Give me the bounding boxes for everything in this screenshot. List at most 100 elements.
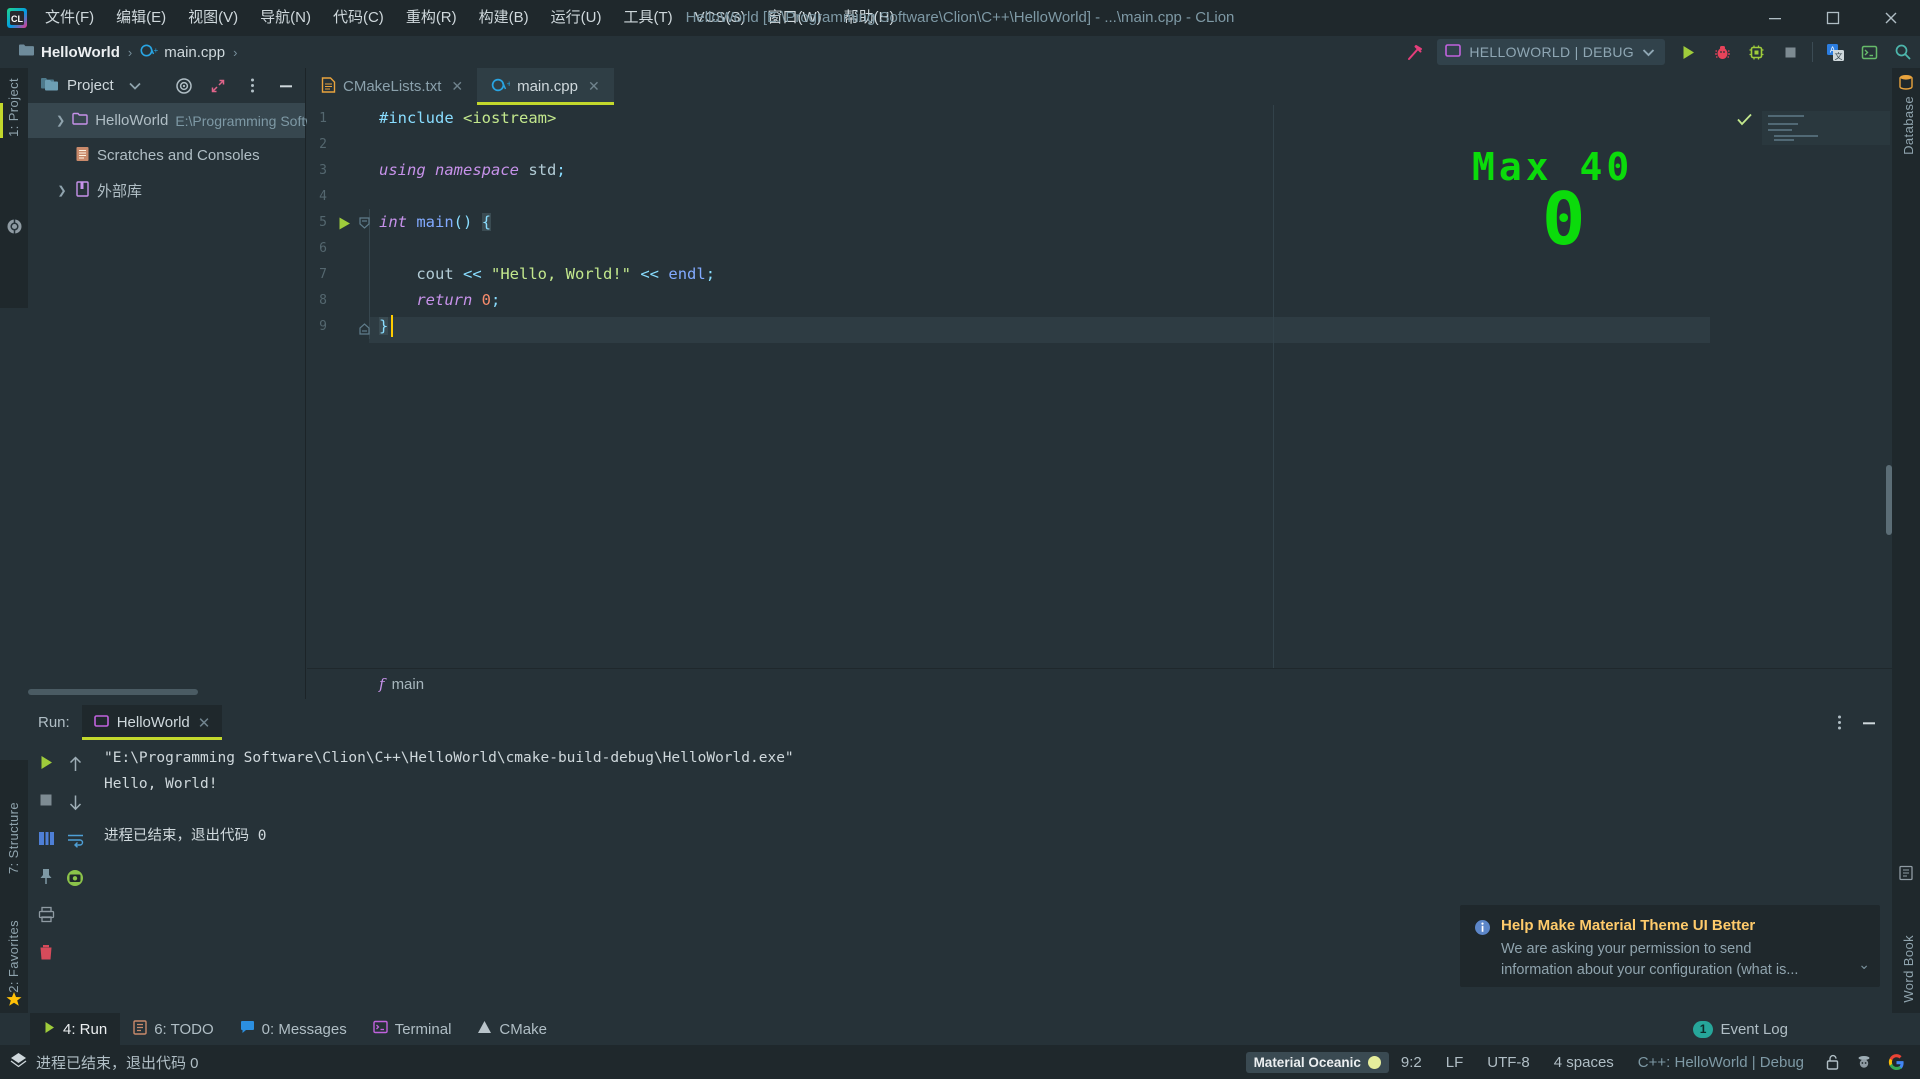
editor-gutter[interactable]: 1 2 3 4 5 6 7 8 9 — [307, 105, 370, 668]
scroll-down-icon[interactable] — [63, 790, 87, 814]
tree-item-external-libraries[interactable]: ❯ 外部库 — [28, 173, 305, 208]
theme-indicator[interactable]: Material Oceanic — [1245, 1051, 1389, 1073]
more-options-icon[interactable] — [239, 73, 265, 99]
chevron-down-icon[interactable] — [1642, 44, 1655, 61]
scroll-up-icon[interactable] — [63, 752, 87, 776]
gutter-run-icon[interactable] — [337, 216, 352, 235]
code-text[interactable]: #include <iostream> using namespace std;… — [369, 105, 1892, 668]
menu-help[interactable]: 帮助(H) — [833, 0, 906, 36]
chevron-right-icon[interactable]: ❯ — [56, 114, 65, 127]
menu-tools[interactable]: 工具(T) — [612, 0, 683, 36]
close-button[interactable] — [1862, 0, 1920, 36]
close-icon[interactable]: ✕ — [198, 714, 211, 732]
stop-icon[interactable] — [34, 788, 58, 812]
navigation-bar: HelloWorld › + main.cpp › HELLOWORLD | D… — [0, 36, 1920, 68]
camera-icon[interactable] — [63, 866, 87, 890]
google-icon[interactable] — [1880, 1045, 1912, 1079]
menu-run[interactable]: 运行(U) — [540, 0, 613, 36]
version-control-icon[interactable] — [6, 218, 23, 239]
terminal-icon[interactable] — [1852, 36, 1886, 68]
profiler-icon[interactable] — [1739, 36, 1773, 68]
sidebar-item-structure[interactable]: 7: Structure — [6, 802, 21, 874]
event-log-button[interactable]: 1 Event Log — [1692, 1020, 1788, 1038]
bottom-tab-messages[interactable]: 0: Messages — [227, 1013, 360, 1045]
theme-color-dot — [1367, 1055, 1381, 1069]
collapse-all-icon[interactable] — [205, 73, 231, 99]
soft-wrap-icon[interactable] — [63, 828, 87, 852]
bottom-tab-cmake[interactable]: CMake — [464, 1013, 560, 1045]
tree-item-scratches[interactable]: Scratches and Consoles — [28, 138, 305, 173]
editor-minimap[interactable] — [1762, 111, 1890, 145]
run-configuration-selector[interactable]: HELLOWORLD | DEBUG — [1437, 39, 1665, 65]
bottom-tab-terminal[interactable]: Terminal — [360, 1013, 465, 1045]
database-icon[interactable] — [1898, 74, 1914, 94]
build-config-status[interactable]: C++: HelloWorld | Debug — [1626, 1054, 1816, 1071]
tab-cmakelists[interactable]: CMakeLists.txt ✕ — [307, 68, 478, 105]
menu-edit[interactable]: 编辑(E) — [105, 0, 177, 36]
menu-navigate[interactable]: 导航(N) — [249, 0, 322, 36]
run-tab-helloworld[interactable]: HelloWorld ✕ — [81, 705, 223, 740]
bottom-tab-label: CMake — [499, 1020, 547, 1038]
project-horizontal-scrollbar[interactable] — [28, 689, 198, 695]
line-number: 5 — [319, 215, 327, 230]
folder-icon — [72, 112, 88, 130]
rerun-icon[interactable] — [34, 750, 58, 774]
maximize-button[interactable] — [1804, 0, 1862, 36]
breadcrumb-file[interactable]: main.cpp — [164, 44, 225, 61]
chevron-down-icon[interactable]: ⌄ — [1858, 956, 1870, 973]
menu-view[interactable]: 视图(V) — [177, 0, 249, 36]
word-book-icon[interactable] — [1898, 865, 1914, 885]
chevron-down-icon[interactable] — [122, 73, 148, 99]
bottom-tool-strip: 4: Run 6: TODO 0: Messages Terminal CMak… — [0, 1013, 1920, 1045]
translate-icon[interactable]: A 文 — [1818, 36, 1852, 68]
menu-window[interactable]: 窗口(W) — [756, 0, 832, 36]
run-icon[interactable] — [1671, 36, 1705, 68]
more-options-icon[interactable] — [1824, 708, 1854, 738]
close-icon[interactable]: ✕ — [451, 78, 463, 95]
tree-item-label: HelloWorld — [95, 112, 169, 129]
sidebar-item-project[interactable]: 1: Project — [6, 78, 21, 137]
star-icon[interactable] — [6, 991, 22, 1011]
indent-setting[interactable]: 4 spaces — [1542, 1054, 1626, 1071]
menu-file[interactable]: 文件(F) — [34, 0, 105, 36]
trash-icon[interactable] — [34, 940, 58, 964]
file-encoding[interactable]: UTF-8 — [1475, 1054, 1542, 1071]
sidebar-item-word-book[interactable]: Word Book — [1901, 935, 1916, 1003]
menu-vcs[interactable]: VCS(S) — [684, 0, 757, 36]
minimize-button[interactable] — [1746, 0, 1804, 36]
tree-item-helloworld[interactable]: ❯ HelloWorld E:\Programming Softw — [0, 103, 315, 138]
search-icon[interactable] — [1886, 36, 1920, 68]
caret-position[interactable]: 9:2 — [1389, 1054, 1434, 1071]
bottom-tab-run[interactable]: 4: Run — [30, 1013, 121, 1045]
line-separator[interactable]: LF — [1434, 1054, 1476, 1071]
menu-code[interactable]: 代码(C) — [322, 0, 395, 36]
svg-text:+: + — [507, 79, 511, 89]
hide-panel-icon[interactable] — [1854, 708, 1884, 738]
debug-bug-icon[interactable] — [1705, 36, 1739, 68]
inspector-icon[interactable] — [1848, 1045, 1880, 1079]
unlocked-icon[interactable] — [1816, 1045, 1848, 1079]
tab-main-cpp[interactable]: + main.cpp ✕ — [477, 68, 614, 105]
code-editor[interactable]: 1 2 3 4 5 6 7 8 9 #include <iostream> us… — [307, 105, 1892, 668]
menu-refactor[interactable]: 重构(R) — [395, 0, 468, 36]
bottom-tab-todo[interactable]: 6: TODO — [120, 1013, 226, 1045]
external-libraries-icon — [75, 180, 90, 201]
hammer-icon[interactable] — [1397, 36, 1431, 68]
layout-icon[interactable] — [34, 826, 58, 850]
menu-build[interactable]: 构建(B) — [468, 0, 540, 36]
notification-popup[interactable]: Help Make Material Theme UI Better We ar… — [1460, 905, 1880, 987]
target-locate-icon[interactable] — [171, 73, 197, 99]
inspection-ok-check[interactable] — [1737, 113, 1752, 129]
close-icon[interactable]: ✕ — [588, 78, 600, 95]
sidebar-item-database[interactable]: Database — [1901, 96, 1916, 155]
breadcrumb-function-name[interactable]: main — [392, 676, 425, 693]
pin-icon[interactable] — [34, 864, 58, 888]
event-log-count: 1 — [1692, 1020, 1714, 1038]
sidebar-item-favorites[interactable]: 2: Favorites — [6, 920, 21, 993]
chevron-right-icon[interactable]: ❯ — [56, 184, 68, 197]
breadcrumb-project[interactable]: HelloWorld — [41, 44, 120, 61]
hide-panel-icon[interactable] — [273, 73, 299, 99]
editor-structure-breadcrumb: f main — [307, 668, 1892, 699]
stop-icon[interactable] — [1773, 36, 1807, 68]
print-icon[interactable] — [34, 902, 58, 926]
